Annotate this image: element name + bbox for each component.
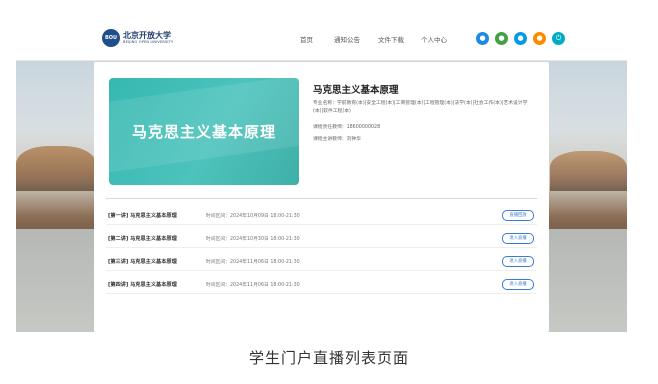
enter-live-button[interactable]: 进入直播 [502,233,534,244]
course-cover-image: 马克思主义基本原理 [109,78,299,185]
logo-badge: BOU [102,29,120,47]
lesson-time: 时间区间：2024年11月06日 18:00-21:30 [206,283,300,288]
course-card: 马克思主义基本原理 马克思主义基本原理 专业名称：学前教育(本)|安全工程(本)… [94,62,549,332]
lesson-row: [第二讲] 马克思主义基本原理 时间区间：2024年10月30日 18:00-2… [106,231,537,248]
lesson-title: [第一讲] 马克思主义基本原理 [108,213,177,219]
autumn-trees-right [550,151,627,191]
nav-home[interactable]: 首页 [300,34,313,44]
university-logo[interactable]: BOU 北京开放大学 BEIJING OPEN UNIVERSITY [102,29,173,47]
figure-caption: 学生门户直播列表页面 [248,349,409,367]
message-icon[interactable]: ● [514,32,527,45]
replay-button[interactable]: 直播回放 [502,210,534,221]
top-navigation-bar: BOU 北京开放大学 BEIJING OPEN UNIVERSITY 首页 通知… [16,18,627,61]
logo-text: 北京开放大学 BEIJING OPEN UNIVERSITY [123,31,173,45]
lesson-title: [第二讲] 马克思主义基本原理 [108,236,177,242]
autumn-trees-left [16,146,96,191]
logo-chinese-name: 北京开放大学 [123,30,171,40]
portal-screenshot: BOU 北京开放大学 BEIJING OPEN UNIVERSITY 首页 通知… [16,18,627,332]
lesson-time: 时间区间：2024年10月30日 18:00-21:30 [206,237,300,242]
lesson-time: 时间区间：2024年10月09日 18:00-21:30 [206,214,300,219]
user-icon[interactable]: ● [533,32,546,45]
lesson-row: [第四讲] 马克思主义基本原理 时间区间：2024年11月06日 18:00-2… [106,277,537,294]
lesson-title: [第四讲] 马克思主义基本原理 [108,282,177,288]
enter-live-button[interactable]: 进入直播 [502,256,534,267]
nav-announcements[interactable]: 通知公告 [334,34,360,44]
lesson-row: [第三讲] 马克思主义基本原理 时间区间：2024年11月06日 18:00-2… [106,254,537,271]
course-title: 马克思主义基本原理 [313,85,399,96]
nav-downloads[interactable]: 文件下载 [378,34,404,44]
power-icon[interactable]: ⏻ [552,32,565,45]
logo-english-name: BEIJING OPEN UNIVERSITY [123,40,174,44]
notice-icon[interactable]: ● [476,32,489,45]
divider [106,198,537,199]
course-majors: 专业名称：学前教育(本)|安全工程(本)|工商管理(本)|工程管理(本)|法学(… [313,101,528,114]
lesson-title: [第三讲] 马克思主义基本原理 [108,259,177,265]
course-lecturer: 课程主讲教师：刘钟华 [313,137,361,142]
nav-personal-center[interactable]: 个人中心 [421,34,447,44]
lesson-time: 时间区间：2024年11月06日 18:00-21:30 [206,260,300,265]
enter-live-button[interactable]: 进入直播 [502,279,534,290]
chat-icon[interactable]: ● [495,32,508,45]
cover-title: 马克思主义基本原理 [131,123,276,141]
course-responsible-teacher: 课程责任教师：18600000028 [313,125,381,130]
lesson-row: [第一讲] 马克思主义基本原理 时间区间：2024年10月09日 18:00-2… [106,208,537,225]
